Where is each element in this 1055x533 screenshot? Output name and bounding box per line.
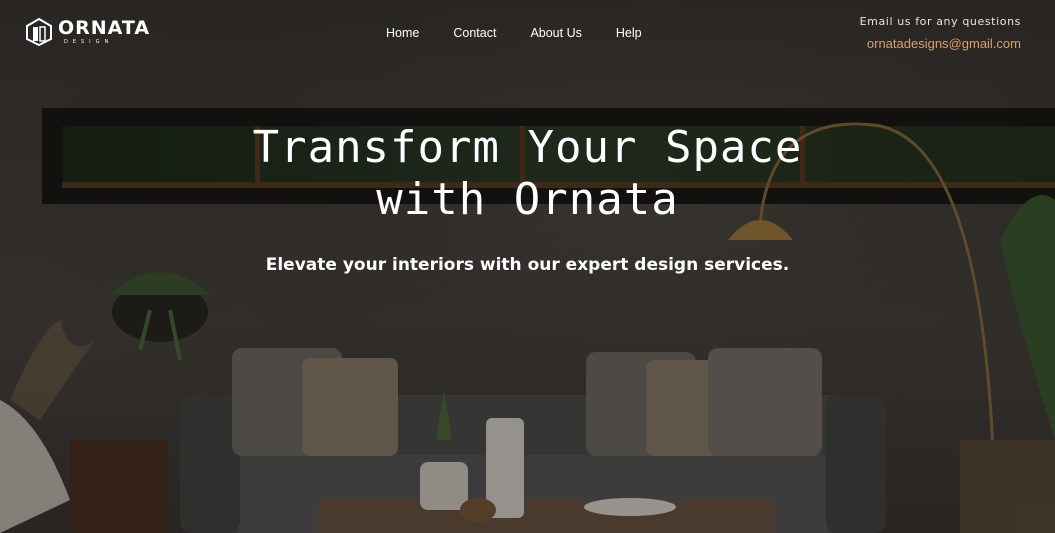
hero-subheadline: Elevate your interiors with our expert d… xyxy=(265,255,790,275)
brand-name: ORNATA xyxy=(58,17,151,39)
nav-home[interactable]: Home xyxy=(386,26,419,40)
hero-headline: Transform Your Space with Ornata xyxy=(0,122,1055,226)
hero-section: ORNATA DESIGN Home Contact About Us Help… xyxy=(0,0,1055,533)
site-header: ORNATA DESIGN Home Contact About Us Help… xyxy=(0,0,1055,80)
nav-about-us[interactable]: About Us xyxy=(530,26,581,40)
nav-contact[interactable]: Contact xyxy=(453,26,496,40)
nav-help[interactable]: Help xyxy=(616,26,642,40)
brand-logo[interactable]: ORNATA DESIGN xyxy=(26,18,150,46)
brand-tagline: DESIGN xyxy=(64,39,114,45)
hero-headline-line-2: with Ornata xyxy=(376,174,679,225)
hero-headline-line-1: Transform Your Space xyxy=(252,122,803,173)
contact-label: Email us for any questions xyxy=(859,15,1021,28)
header-contact: Email us for any questions ornatadesigns… xyxy=(860,15,1021,51)
contact-email-link[interactable]: ornatadesigns@gmail.com xyxy=(860,36,1021,51)
main-nav: Home Contact About Us Help xyxy=(386,26,642,40)
hexagon-building-logo-icon xyxy=(26,18,52,46)
